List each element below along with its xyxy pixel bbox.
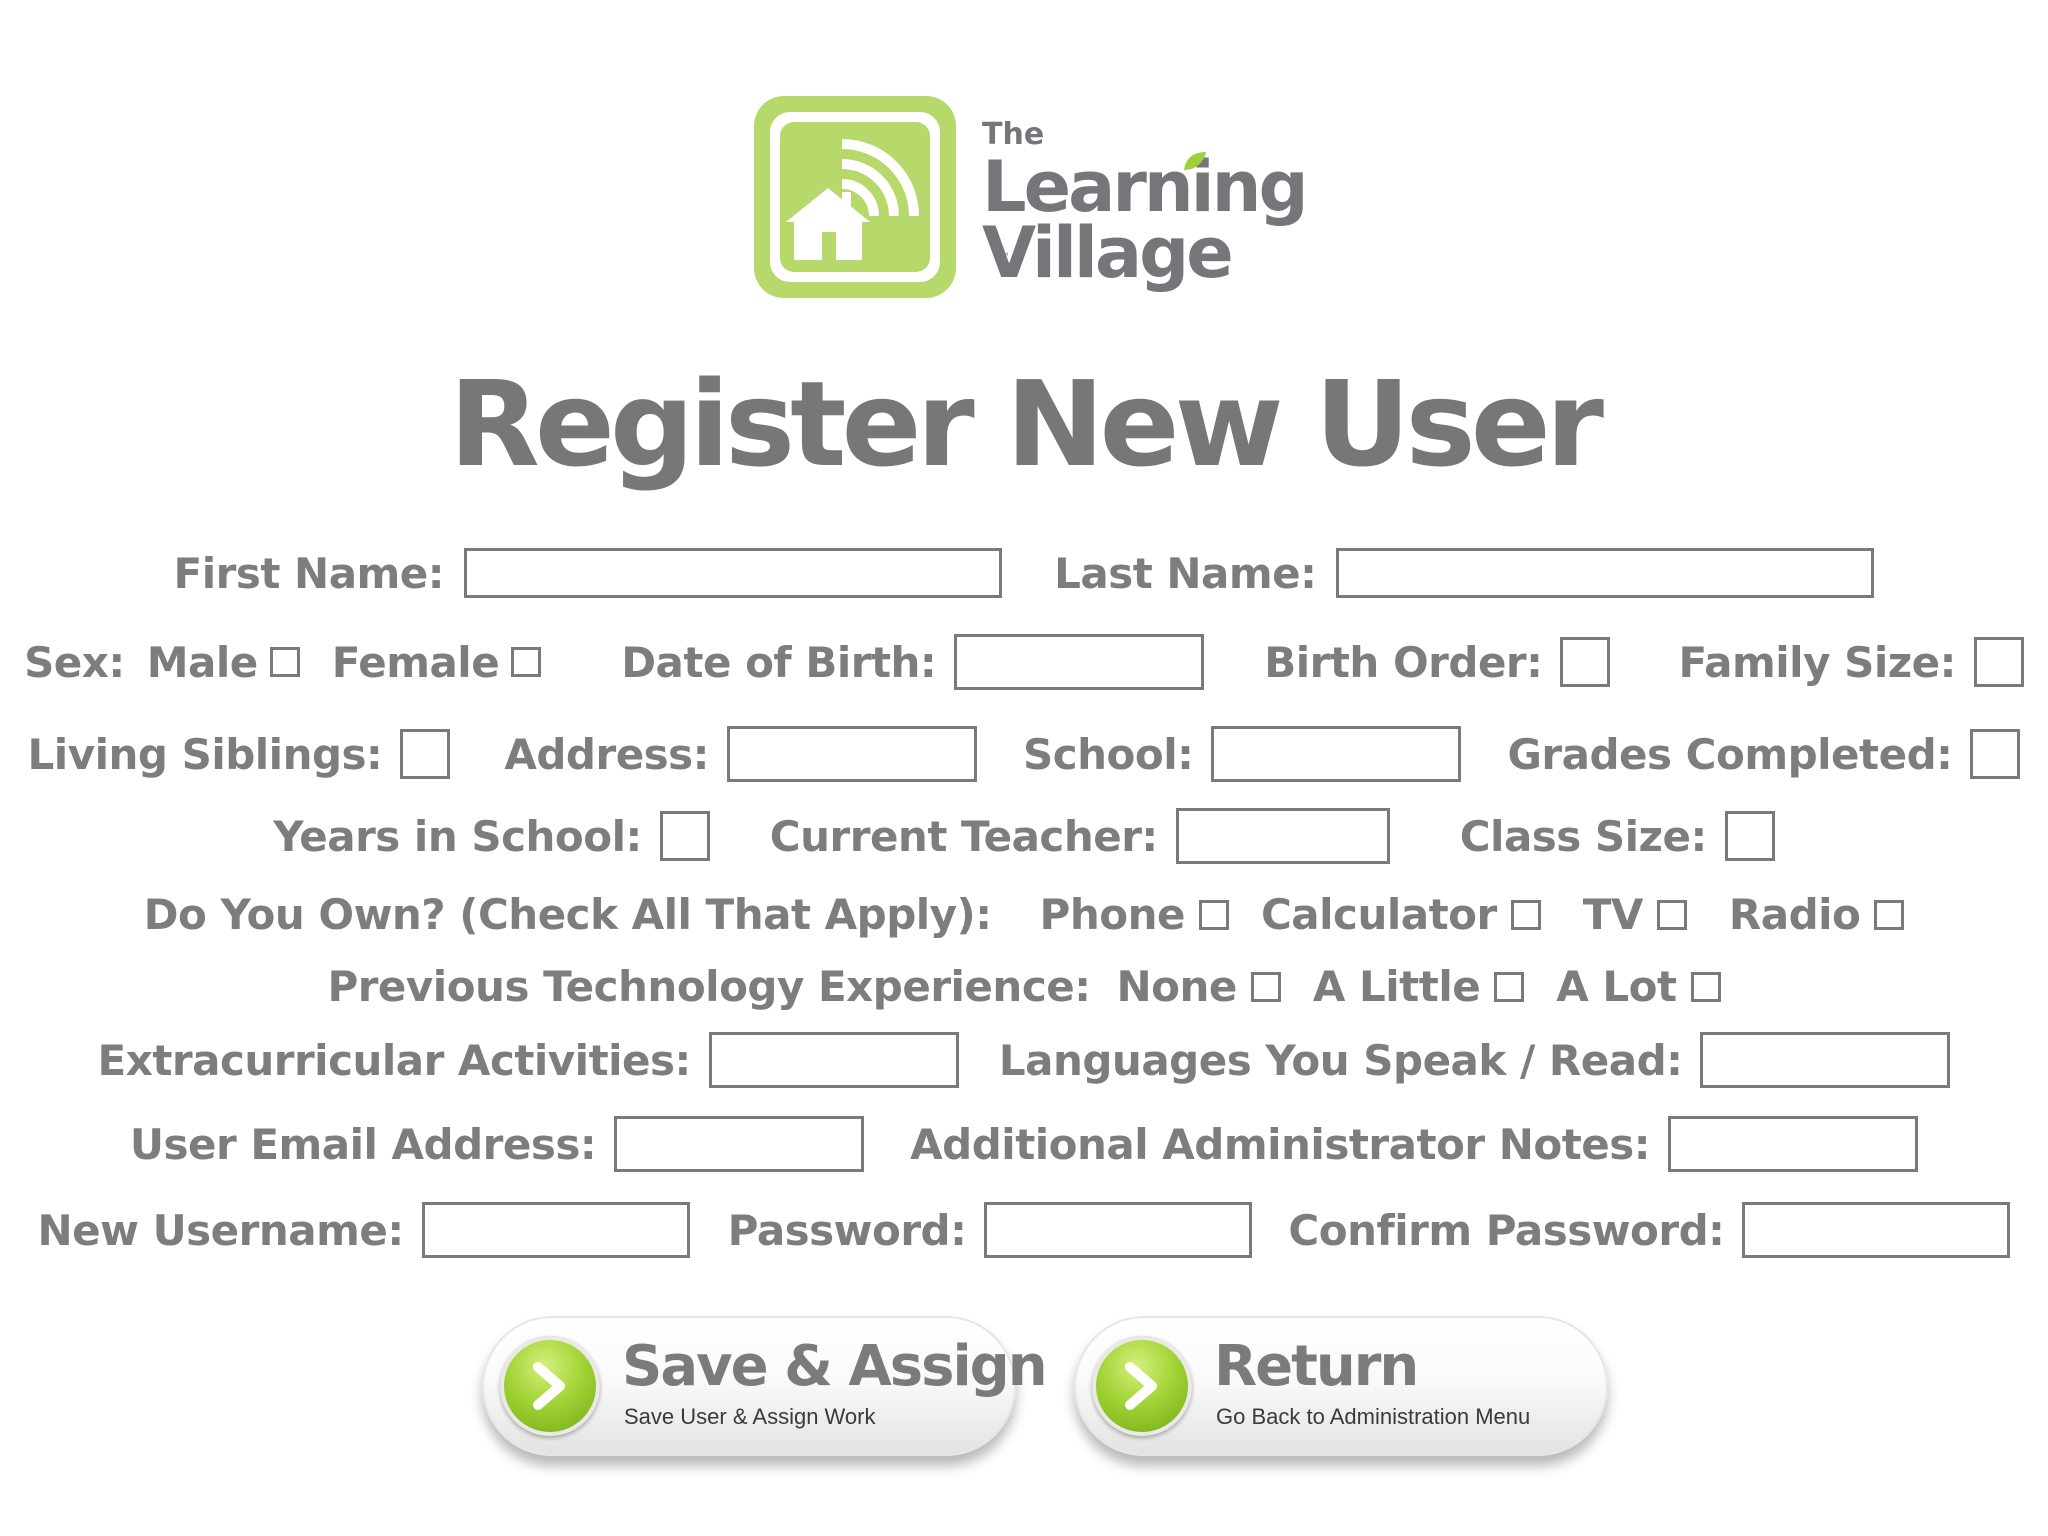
tv-checkbox[interactable] bbox=[1656, 899, 1687, 930]
logo-village-text: Village bbox=[982, 212, 1234, 294]
living-siblings-input[interactable] bbox=[400, 729, 451, 779]
current-teacher-label: Current Teacher: bbox=[769, 811, 1158, 861]
extracurricular-input[interactable] bbox=[708, 1032, 959, 1088]
page-title: Register New User bbox=[449, 355, 1604, 493]
return-arrow-icon bbox=[1092, 1336, 1192, 1436]
leaf-icon bbox=[1184, 152, 1206, 170]
last-name-label: Last Name: bbox=[1054, 548, 1317, 598]
phone-checkbox[interactable] bbox=[1198, 899, 1229, 930]
village-logo-icon bbox=[754, 96, 956, 298]
user-email-label: User Email Address: bbox=[129, 1119, 597, 1169]
school-years-row: Years in School: Current Teacher: Class … bbox=[0, 808, 2048, 864]
date-of-birth-input[interactable] bbox=[954, 634, 1205, 690]
save-button-title: Save & Assign bbox=[622, 1334, 1048, 1399]
save-arrow-icon bbox=[500, 1336, 600, 1436]
password-input[interactable] bbox=[984, 1202, 1253, 1258]
family-size-label: Family Size: bbox=[1678, 637, 1956, 687]
years-in-school-label: Years in School: bbox=[273, 811, 642, 861]
trademark-symbol: ™ bbox=[1000, 252, 1010, 263]
grades-completed-input[interactable] bbox=[1970, 729, 2021, 779]
return-button[interactable]: Return Go Back to Administration Menu bbox=[1074, 1316, 1608, 1456]
date-of-birth-label: Date of Birth: bbox=[621, 637, 937, 687]
calculator-label: Calculator bbox=[1260, 890, 1497, 939]
a-little-checkbox[interactable] bbox=[1494, 971, 1525, 1002]
app-logo: The Learning Village ™ bbox=[750, 92, 1310, 312]
radio-checkbox[interactable] bbox=[1874, 899, 1905, 930]
phone-label: Phone bbox=[1039, 890, 1186, 939]
none-checkbox[interactable] bbox=[1250, 971, 1281, 1002]
return-button-title: Return bbox=[1214, 1334, 1419, 1399]
birth-order-input[interactable] bbox=[1560, 637, 1611, 687]
sex-label: Sex: bbox=[24, 637, 125, 687]
confirm-password-label: Confirm Password: bbox=[1288, 1205, 1725, 1255]
none-label: None bbox=[1116, 962, 1238, 1011]
save-assign-button[interactable]: Save & Assign Save User & Assign Work bbox=[482, 1316, 1048, 1456]
female-label: Female bbox=[331, 637, 500, 687]
extracurricular-label: Extracurricular Activities: bbox=[97, 1035, 692, 1085]
ownership-row: Do You Own? (Check All That Apply): Phon… bbox=[0, 890, 2048, 939]
name-row: First Name: Last Name: bbox=[0, 548, 2048, 598]
new-username-input[interactable] bbox=[421, 1202, 690, 1258]
address-input[interactable] bbox=[726, 726, 977, 782]
living-siblings-label: Living Siblings: bbox=[27, 729, 383, 779]
tech-experience-row: Previous Technology Experience: None A L… bbox=[0, 962, 2048, 1011]
credentials-row: New Username: Password: Confirm Password… bbox=[0, 1202, 2048, 1258]
password-label: Password: bbox=[727, 1205, 967, 1255]
a-lot-label: A Lot bbox=[1556, 962, 1677, 1011]
admin-notes-label: Additional Administrator Notes: bbox=[910, 1119, 1651, 1169]
male-checkbox[interactable] bbox=[269, 647, 300, 677]
siblings-address-row: Living Siblings: Address: School: Grades… bbox=[0, 726, 2048, 782]
languages-input[interactable] bbox=[1700, 1032, 1951, 1088]
first-name-label: First Name: bbox=[173, 548, 445, 598]
languages-label: Languages You Speak / Read: bbox=[998, 1035, 1683, 1085]
confirm-password-input[interactable] bbox=[1742, 1202, 2011, 1258]
class-size-input[interactable] bbox=[1724, 811, 1775, 861]
address-label: Address: bbox=[504, 729, 709, 779]
save-button-subtitle: Save User & Assign Work bbox=[624, 1404, 876, 1429]
return-button-subtitle: Go Back to Administration Menu bbox=[1216, 1404, 1531, 1429]
sex-dob-row: Sex: Male Female Date of Birth: Birth Or… bbox=[0, 634, 2048, 690]
user-email-input[interactable] bbox=[614, 1116, 865, 1172]
first-name-input[interactable] bbox=[464, 548, 1003, 598]
family-size-input[interactable] bbox=[1973, 637, 2024, 687]
activities-row: Extracurricular Activities: Languages Yo… bbox=[0, 1032, 2048, 1088]
new-username-label: New Username: bbox=[37, 1205, 405, 1255]
birth-order-label: Birth Order: bbox=[1264, 637, 1543, 687]
last-name-input[interactable] bbox=[1336, 548, 1875, 598]
a-little-label: A Little bbox=[1312, 962, 1481, 1011]
logo-wordmark: The Learning Village bbox=[982, 120, 1309, 294]
class-size-label: Class Size: bbox=[1459, 811, 1708, 861]
a-lot-checkbox[interactable] bbox=[1690, 971, 1721, 1002]
email-notes-row: User Email Address: Additional Administr… bbox=[0, 1116, 2048, 1172]
tv-label: TV bbox=[1582, 890, 1644, 939]
prev-tech-label: Previous Technology Experience: bbox=[327, 962, 1091, 1011]
school-label: School: bbox=[1022, 729, 1194, 779]
grades-completed-label: Grades Completed: bbox=[1507, 729, 1953, 779]
calculator-checkbox[interactable] bbox=[1510, 899, 1541, 930]
do-you-own-label: Do You Own? (Check All That Apply): bbox=[143, 890, 992, 939]
admin-notes-input[interactable] bbox=[1668, 1116, 1919, 1172]
radio-label: Radio bbox=[1728, 890, 1861, 939]
female-checkbox[interactable] bbox=[511, 647, 542, 677]
current-teacher-input[interactable] bbox=[1175, 808, 1390, 864]
school-input[interactable] bbox=[1211, 726, 1462, 782]
years-in-school-input[interactable] bbox=[659, 811, 710, 861]
male-label: Male bbox=[146, 637, 259, 687]
